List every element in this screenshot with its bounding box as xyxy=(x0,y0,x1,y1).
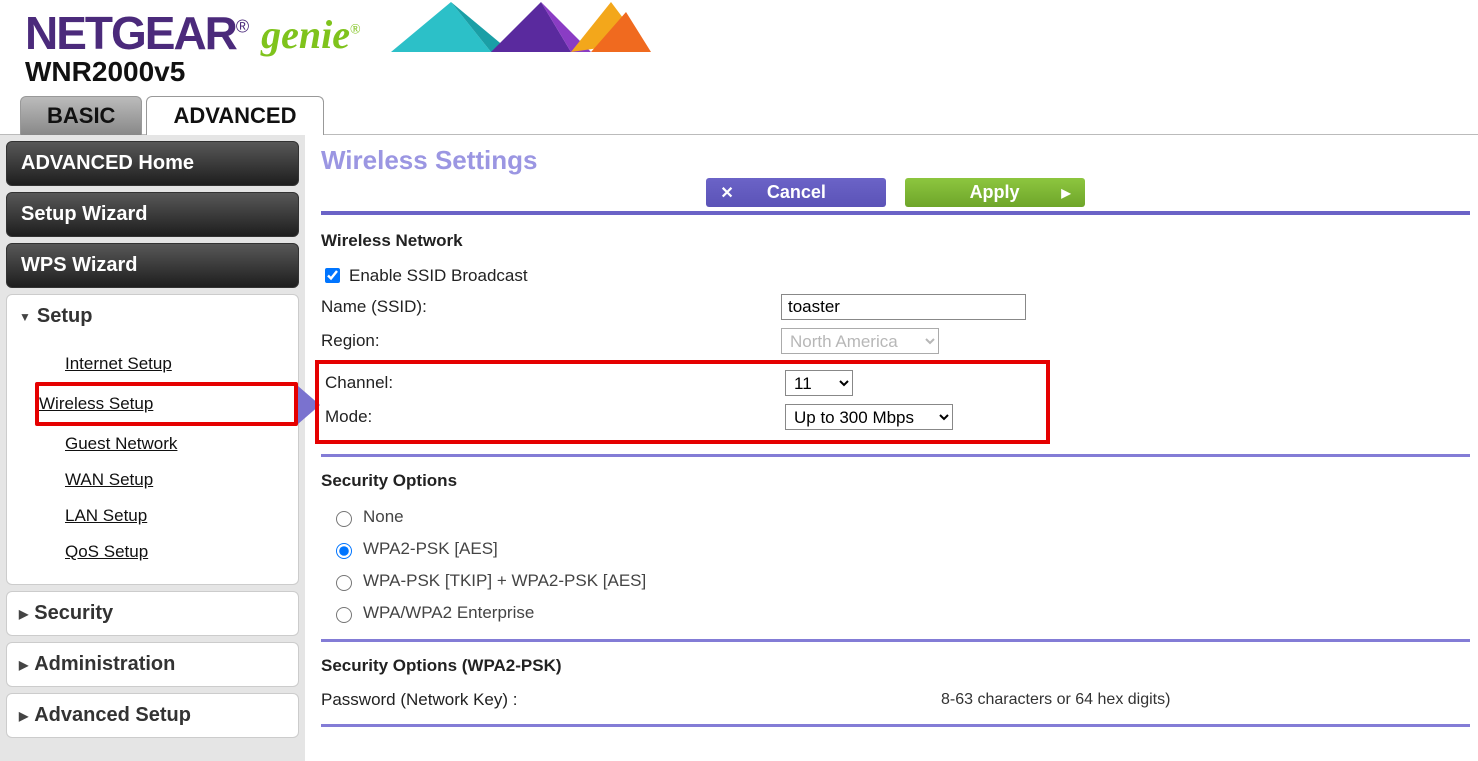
chevron-down-icon: ▼ xyxy=(19,310,31,324)
wireless-network-heading: Wireless Network xyxy=(321,231,1470,251)
password-label: Password (Network Key) : xyxy=(321,690,701,710)
sidebar-item-internet-setup[interactable]: Internet Setup xyxy=(7,346,298,382)
security-enterprise-label: WPA/WPA2 Enterprise xyxy=(363,603,534,623)
security-wpapsk-mixed-label: WPA-PSK [TKIP] + WPA2-PSK [AES] xyxy=(363,571,646,591)
security-enterprise-radio[interactable] xyxy=(336,607,352,623)
divider xyxy=(321,639,1470,642)
divider xyxy=(321,211,1470,215)
mode-label: Mode: xyxy=(325,407,785,427)
sidebar-section-security-label: Security xyxy=(34,602,113,625)
sidebar-section-advanced-setup-label: Advanced Setup xyxy=(34,704,191,727)
mode-select[interactable]: Up to 300 Mbps xyxy=(785,404,953,430)
security-none-label: None xyxy=(363,507,404,527)
chevron-right-icon: ▶ xyxy=(19,658,28,672)
model-number: WNR2000v5 xyxy=(25,56,1478,88)
enable-ssid-checkbox[interactable] xyxy=(325,268,340,283)
channel-label: Channel: xyxy=(325,373,785,393)
sidebar-item-wireless-setup[interactable]: Wireless Setup xyxy=(35,382,298,426)
sidebar-item-qos-setup[interactable]: QoS Setup xyxy=(7,534,298,570)
divider xyxy=(321,724,1470,727)
sidebar-section-security[interactable]: ▶ Security xyxy=(6,591,299,636)
cancel-button-label: Cancel xyxy=(767,182,826,203)
sidebar-advanced-home[interactable]: ADVANCED Home xyxy=(6,141,299,186)
brand-logo: NETGEAR® xyxy=(25,6,247,60)
tab-advanced[interactable]: ADVANCED xyxy=(146,96,323,135)
sidebar-section-setup[interactable]: ▼ Setup xyxy=(7,295,298,338)
region-select: North America xyxy=(781,328,939,354)
security-wpa2psk-radio[interactable] xyxy=(336,543,352,559)
password-hint: 8-63 characters or 64 hex digits) xyxy=(941,691,1170,709)
play-icon: ▶ xyxy=(1061,186,1070,200)
page-title: Wireless Settings xyxy=(321,145,1470,176)
apply-button-label: Apply xyxy=(970,182,1020,203)
chevron-right-icon: ▶ xyxy=(19,709,28,723)
sidebar-item-wan-setup[interactable]: WAN Setup xyxy=(7,462,298,498)
decorative-shapes xyxy=(391,2,651,56)
ssid-label: Name (SSID): xyxy=(321,297,781,317)
psk-heading: Security Options (WPA2-PSK) xyxy=(321,656,1470,676)
ssid-input[interactable] xyxy=(781,294,1026,320)
close-icon: ✕ xyxy=(720,183,733,203)
security-wpapsk-mixed-radio[interactable] xyxy=(336,575,352,591)
cancel-button[interactable]: ✕ Cancel xyxy=(706,178,886,207)
sidebar-item-lan-setup[interactable]: LAN Setup xyxy=(7,498,298,534)
sidebar-section-setup-label: Setup xyxy=(37,305,93,328)
chevron-right-icon: ▶ xyxy=(19,607,28,621)
sidebar-section-administration[interactable]: ▶ Administration xyxy=(6,642,299,687)
channel-select[interactable]: 11 xyxy=(785,370,853,396)
region-label: Region: xyxy=(321,331,781,351)
apply-button[interactable]: Apply ▶ xyxy=(905,178,1085,207)
security-none-radio[interactable] xyxy=(336,511,352,527)
sidebar-item-guest-network[interactable]: Guest Network xyxy=(7,426,298,462)
divider xyxy=(321,454,1470,457)
enable-ssid-label: Enable SSID Broadcast xyxy=(349,266,528,286)
sidebar-item-wireless-setup-label: Wireless Setup xyxy=(39,394,294,414)
security-wpa2psk-label: WPA2-PSK [AES] xyxy=(363,539,498,559)
tab-basic[interactable]: BASIC xyxy=(20,96,142,135)
sidebar-wps-wizard[interactable]: WPS Wizard xyxy=(6,243,299,288)
highlighted-settings-box: Channel: 11 Mode: Up to 300 Mbps xyxy=(315,360,1050,444)
sidebar-section-administration-label: Administration xyxy=(34,653,175,676)
sidebar: ADVANCED Home Setup Wizard WPS Wizard ▼ … xyxy=(0,135,305,761)
sidebar-setup-wizard[interactable]: Setup Wizard xyxy=(6,192,299,237)
product-logo: genie® xyxy=(261,11,361,58)
security-options-heading: Security Options xyxy=(321,471,1470,491)
sidebar-section-advanced-setup[interactable]: ▶ Advanced Setup xyxy=(6,693,299,738)
